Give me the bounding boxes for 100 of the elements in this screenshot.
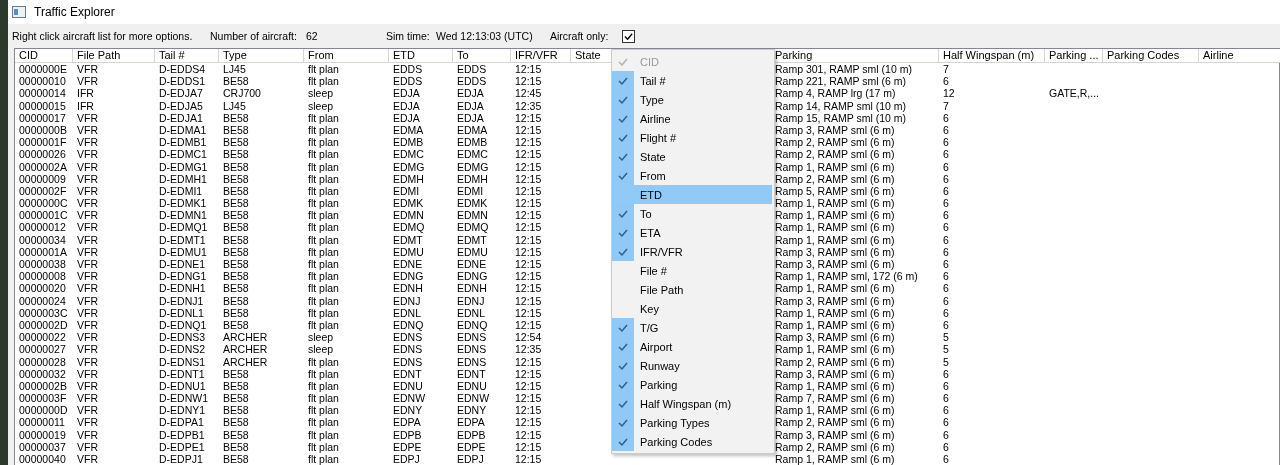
menu-item[interactable]: Half Wingspan (m) xyxy=(612,394,772,413)
table-cell-text: 00000015 xyxy=(18,99,67,112)
column-header[interactable]: IFR/VFR xyxy=(511,49,571,63)
table-cell-text: EDNY xyxy=(456,404,488,417)
menu-item[interactable]: ETD xyxy=(612,185,772,204)
menu-item[interactable]: State xyxy=(612,147,772,166)
menu-item[interactable]: Airline xyxy=(612,109,772,128)
table-cell-text: 00000020 xyxy=(18,282,67,295)
column-header[interactable]: Tail # xyxy=(155,49,219,63)
table-cell-text: BE58 xyxy=(222,75,250,88)
column-header[interactable]: Type xyxy=(219,49,304,63)
table-cell-text: flt plan xyxy=(307,379,340,393)
column-header[interactable]: To xyxy=(453,49,511,63)
menu-item[interactable]: Tail # xyxy=(612,71,772,90)
column-header[interactable]: Half Wingspan (m) xyxy=(939,49,1045,63)
table-cell-text: 00000038 xyxy=(18,258,67,271)
table-cell-text: 6 xyxy=(942,428,950,441)
menu-item-label: Type xyxy=(640,93,664,106)
table-cell-text: Ramp 3, RAMP sml (6 m) xyxy=(774,428,896,441)
menu-item[interactable]: Parking Codes xyxy=(612,432,772,451)
menu-item[interactable]: File # xyxy=(612,261,772,280)
table-cell-text: GATE,R,... xyxy=(1048,87,1100,100)
table-cell-text: 0000002F xyxy=(18,184,68,198)
menu-item[interactable]: Parking Types xyxy=(612,413,772,432)
table-cell-text: flt plan xyxy=(307,197,340,210)
table-cell-text: VFR xyxy=(76,172,99,185)
menu-item[interactable]: IFR/VFR xyxy=(612,242,772,261)
table-cell-text: flt plan xyxy=(307,367,340,380)
table-cell-text: EDNL xyxy=(392,306,422,319)
table-cell-text: 12:15 xyxy=(514,294,543,307)
menu-item-label: Key xyxy=(640,302,659,315)
table-cell-text: EDMN xyxy=(456,209,489,222)
table-cell-text: VFR xyxy=(76,440,99,453)
table-cell-text: BE58 xyxy=(222,245,250,258)
table-cell-text: D-EDPJ1 xyxy=(158,453,204,465)
menu-item[interactable]: From xyxy=(612,166,772,185)
menu-item[interactable]: Type xyxy=(612,90,772,109)
menu-item[interactable]: T/G xyxy=(612,318,772,337)
table-cell-text: Ramp 301, RAMP sml (10 m) xyxy=(774,63,913,76)
menu-item[interactable]: Flight # xyxy=(612,128,772,147)
menu-item[interactable]: Key xyxy=(612,299,772,318)
table-cell-text: EDMB xyxy=(392,136,425,149)
menu-item-label: From xyxy=(640,169,666,182)
table-cell-text: 6 xyxy=(942,258,950,271)
table-cell-text: EDPJ xyxy=(392,453,421,465)
table-cell-text: EDMT xyxy=(392,233,424,246)
table-cell-text: EDMU xyxy=(456,245,489,258)
column-header[interactable]: CID xyxy=(15,49,73,63)
table-cell-text: EDPJ xyxy=(456,453,485,465)
table-cell-text: 12:15 xyxy=(514,233,543,246)
table-cell-text: BE58 xyxy=(222,184,250,198)
column-header[interactable]: Parking ... xyxy=(1045,49,1103,63)
table-cell-text: D-EDMN1 xyxy=(158,209,208,222)
table-cell-text: VFR xyxy=(76,282,99,295)
table-cell-text: D-EDPA1 xyxy=(158,416,205,429)
menu-item-label: CID xyxy=(640,55,659,68)
table-cell-text: 6 xyxy=(942,282,950,295)
table-cell-text: 00000028 xyxy=(18,355,67,368)
table-cell-text: EDNS xyxy=(392,355,424,368)
table-cell-text: BE58 xyxy=(222,318,250,332)
table-cell-text: 6 xyxy=(942,197,950,210)
menu-item[interactable]: Airport xyxy=(612,337,772,356)
table-cell-text: D-EDNS1 xyxy=(158,355,207,368)
table-cell-text: EDDS xyxy=(392,63,424,76)
table-cell-text: sleep xyxy=(307,343,335,356)
menu-item[interactable]: To xyxy=(612,204,772,223)
table-cell-text: 12:15 xyxy=(514,453,543,465)
table-cell-text: Ramp 1, RAMP sml (6 m) xyxy=(774,221,896,234)
column-header[interactable]: From xyxy=(304,49,389,63)
table-cell-text: 0000000C xyxy=(18,197,69,210)
table-cell-text: EDNW xyxy=(456,392,491,405)
table-cell-text: 12:15 xyxy=(514,148,543,161)
menu-item[interactable]: ETA xyxy=(612,223,772,242)
table-cell-text: 7 xyxy=(942,99,950,112)
table-cell-text: VFR xyxy=(76,111,99,124)
table-cell-text: D-EDNU1 xyxy=(158,379,207,393)
column-header[interactable]: Parking Codes xyxy=(1103,49,1199,63)
column-header[interactable]: ETD xyxy=(389,49,453,63)
aircraft-only-checkbox[interactable] xyxy=(622,29,635,43)
menu-item[interactable]: File Path xyxy=(612,280,772,299)
column-header[interactable]: File Path xyxy=(73,49,155,63)
table-cell-text: 12:15 xyxy=(514,184,543,198)
table-cell-text: EDPA xyxy=(392,416,422,429)
table-cell-text: BE58 xyxy=(222,111,250,124)
table-cell-text: D-EDPE1 xyxy=(158,440,206,453)
table-cell-text: EDMU xyxy=(392,245,425,258)
table-cell-text: flt plan xyxy=(307,136,340,149)
menu-item[interactable]: Runway xyxy=(612,356,772,375)
table-cell-text: BE58 xyxy=(222,148,250,161)
table-cell-text: D-EDJA1 xyxy=(158,111,204,124)
table-cell-text: Ramp 1, RAMP sml (6 m) xyxy=(774,318,896,332)
column-header[interactable]: Airline xyxy=(1199,49,1280,63)
table-cell-text: 6 xyxy=(942,379,950,393)
table-cell-text: 12:15 xyxy=(514,355,543,368)
table-cell-text: EDMC xyxy=(456,148,489,161)
table-cell-text: 6 xyxy=(942,148,950,161)
menu-item[interactable]: Parking xyxy=(612,375,772,394)
table-cell-text: D-EDDS4 xyxy=(158,63,207,76)
table-cell-text: D-EDNQ1 xyxy=(158,318,208,332)
table-cell-text: VFR xyxy=(76,197,99,210)
